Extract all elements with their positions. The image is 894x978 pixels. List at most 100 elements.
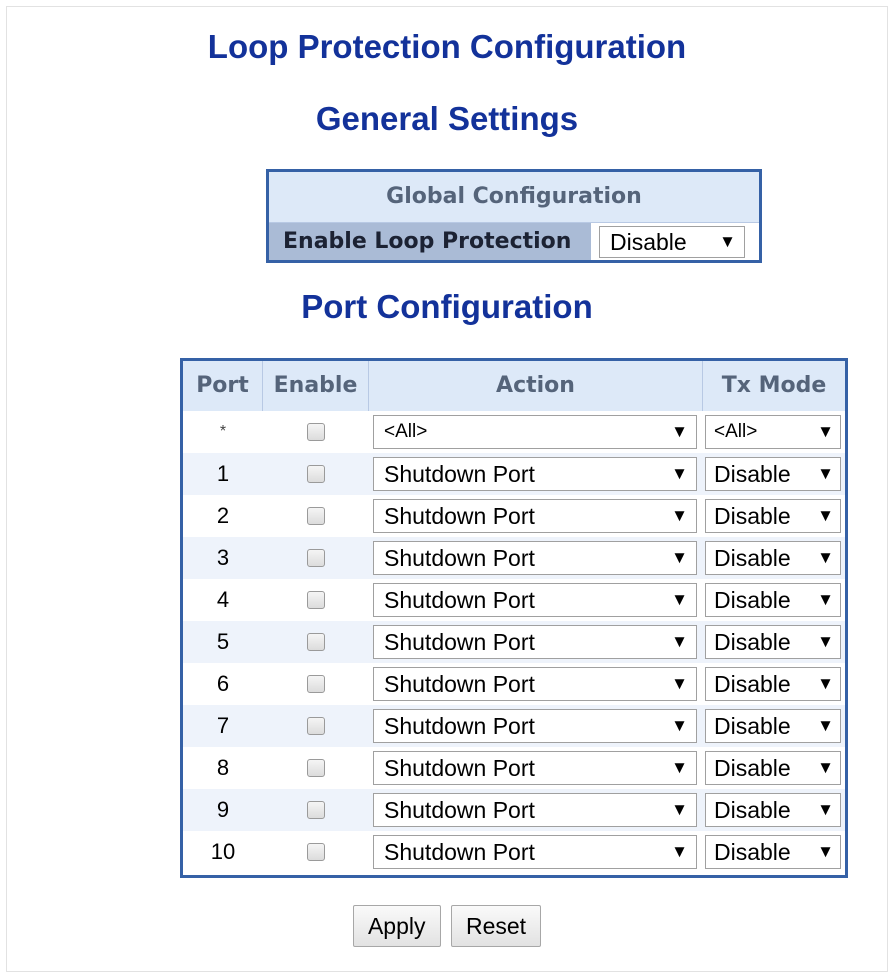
tx-mode-value: Disable	[714, 755, 791, 781]
port-configuration-heading: Port Configuration	[301, 288, 593, 325]
tx-mode-select[interactable]: Disable ▼	[705, 835, 841, 869]
enable-checkbox[interactable]	[307, 549, 325, 567]
tx-mode-value: Disable	[714, 629, 791, 655]
port-number: 2	[216, 503, 230, 528]
enable-checkbox[interactable]	[307, 591, 325, 609]
action-select[interactable]: Shutdown Port ▼	[373, 541, 697, 575]
tx-mode-value: Disable	[714, 713, 791, 739]
enable-loop-protection-cell: Disable ▼	[591, 223, 759, 260]
tx-mode-select[interactable]: Disable ▼	[705, 541, 841, 575]
action-value: Shutdown Port	[384, 545, 535, 571]
action-value: Shutdown Port	[384, 503, 535, 529]
enable-checkbox[interactable]	[307, 843, 325, 861]
dropdown-arrow-icon: ▼	[817, 548, 834, 567]
port-number: 8	[216, 755, 230, 780]
action-select[interactable]: Shutdown Port ▼	[373, 625, 697, 659]
reset-button[interactable]: Reset	[450, 905, 542, 947]
action-select[interactable]: Shutdown Port ▼	[373, 457, 697, 491]
action-select[interactable]: <All> ▼	[373, 415, 697, 449]
action-value: Shutdown Port	[384, 461, 535, 487]
tx-mode-value: Disable	[714, 503, 791, 529]
enable-loop-protection-label: Enable Loop Protection	[269, 223, 591, 260]
enable-checkbox[interactable]	[307, 423, 325, 441]
tx-mode-select[interactable]: <All> ▼	[705, 415, 841, 449]
action-select[interactable]: Shutdown Port ▼	[373, 835, 697, 869]
enable-checkbox[interactable]	[307, 633, 325, 651]
column-header-port: Port	[183, 361, 263, 411]
tx-mode-value: Disable	[714, 545, 791, 571]
port-number: 6	[216, 671, 230, 696]
table-row: 3 Shutdown Port ▼ Disable ▼	[183, 537, 845, 579]
action-value: Shutdown Port	[384, 755, 535, 781]
tx-mode-select[interactable]: Disable ▼	[705, 499, 841, 533]
apply-button[interactable]: Apply	[352, 905, 441, 947]
dropdown-arrow-icon: ▼	[671, 674, 688, 693]
dropdown-arrow-icon: ▼	[671, 632, 688, 651]
table-row: 7 Shutdown Port ▼ Disable ▼	[183, 705, 845, 747]
tx-mode-select[interactable]: Disable ▼	[705, 625, 841, 659]
table-row: 8 Shutdown Port ▼ Disable ▼	[183, 747, 845, 789]
port-number: 3	[216, 545, 230, 570]
table-row: 1 Shutdown Port ▼ Disable ▼	[183, 453, 845, 495]
dropdown-arrow-icon: ▼	[719, 232, 736, 251]
enable-checkbox[interactable]	[307, 675, 325, 693]
action-select[interactable]: Shutdown Port ▼	[373, 751, 697, 785]
enable-checkbox[interactable]	[307, 717, 325, 735]
table-row: 2 Shutdown Port ▼ Disable ▼	[183, 495, 845, 537]
column-header-action: Action	[369, 361, 703, 411]
table-row: 4 Shutdown Port ▼ Disable ▼	[183, 579, 845, 621]
table-row: 6 Shutdown Port ▼ Disable ▼	[183, 663, 845, 705]
action-value: Shutdown Port	[384, 713, 535, 739]
tx-mode-value: Disable	[714, 587, 791, 613]
dropdown-arrow-icon: ▼	[817, 674, 834, 693]
enable-checkbox[interactable]	[307, 465, 325, 483]
tx-mode-value: Disable	[714, 461, 791, 487]
action-select[interactable]: Shutdown Port ▼	[373, 667, 697, 701]
dropdown-arrow-icon: ▼	[671, 758, 688, 777]
dropdown-arrow-icon: ▼	[817, 632, 834, 651]
dropdown-arrow-icon: ▼	[671, 590, 688, 609]
button-bar: Apply Reset	[0, 905, 894, 947]
action-value: <All>	[384, 421, 428, 442]
port-number: 10	[210, 839, 236, 864]
enable-checkbox[interactable]	[307, 801, 325, 819]
tx-mode-select[interactable]: Disable ▼	[705, 793, 841, 827]
dropdown-arrow-icon: ▼	[671, 506, 688, 525]
action-value: Shutdown Port	[384, 587, 535, 613]
tx-mode-value: Disable	[714, 797, 791, 823]
dropdown-arrow-icon: ▼	[671, 800, 688, 819]
action-select[interactable]: Shutdown Port ▼	[373, 583, 697, 617]
action-select[interactable]: Shutdown Port ▼	[373, 709, 697, 743]
enable-loop-protection-select[interactable]: Disable ▼	[599, 226, 745, 258]
table-row: 9 Shutdown Port ▼ Disable ▼	[183, 789, 845, 831]
tx-mode-select[interactable]: Disable ▼	[705, 751, 841, 785]
dropdown-arrow-icon: ▼	[817, 590, 834, 609]
port-number: *	[219, 423, 227, 440]
tx-mode-select[interactable]: Disable ▼	[705, 667, 841, 701]
action-value: Shutdown Port	[384, 797, 535, 823]
action-select[interactable]: Shutdown Port ▼	[373, 793, 697, 827]
dropdown-arrow-icon: ▼	[817, 716, 834, 735]
dropdown-arrow-icon: ▼	[671, 842, 688, 861]
enable-checkbox[interactable]	[307, 759, 325, 777]
global-configuration-header: Global Configuration	[269, 172, 759, 223]
enable-checkbox[interactable]	[307, 507, 325, 525]
dropdown-arrow-icon: ▼	[817, 506, 834, 525]
tx-mode-select[interactable]: Disable ▼	[705, 709, 841, 743]
table-row: 5 Shutdown Port ▼ Disable ▼	[183, 621, 845, 663]
table-row: 10 Shutdown Port ▼ Disable ▼	[183, 831, 845, 873]
port-number: 9	[216, 797, 230, 822]
global-configuration-table: Global Configuration Enable Loop Protect…	[266, 169, 762, 263]
action-value: Shutdown Port	[384, 839, 535, 865]
page-title: Loop Protection Configuration	[207, 28, 687, 65]
tx-mode-value: <All>	[714, 421, 758, 442]
port-number: 1	[216, 461, 230, 486]
tx-mode-select[interactable]: Disable ▼	[705, 457, 841, 491]
dropdown-arrow-icon: ▼	[817, 842, 834, 861]
tx-mode-select[interactable]: Disable ▼	[705, 583, 841, 617]
port-number: 5	[216, 629, 230, 654]
tx-mode-value: Disable	[714, 671, 791, 697]
dropdown-arrow-icon: ▼	[671, 548, 688, 567]
enable-loop-protection-value: Disable	[610, 229, 687, 255]
action-select[interactable]: Shutdown Port ▼	[373, 499, 697, 533]
